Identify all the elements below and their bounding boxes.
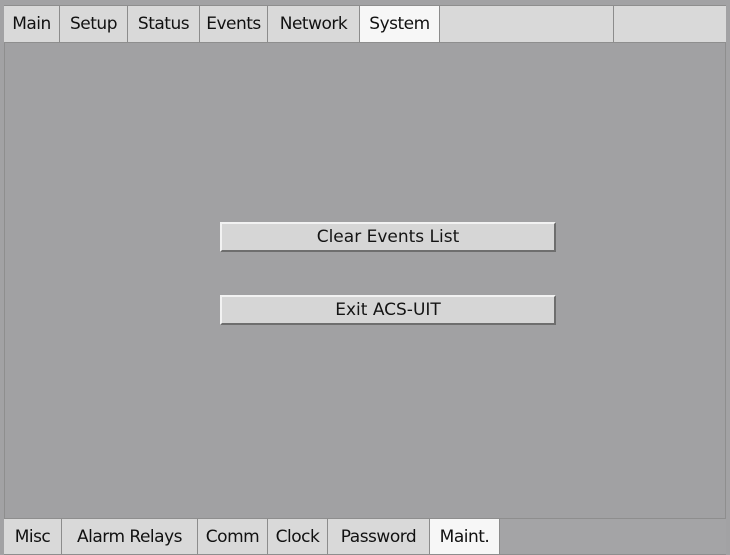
bottom-tab-bar: Misc Alarm Relays Comm Clock Password Ma… <box>4 518 726 555</box>
tab-setup[interactable]: Setup <box>60 6 128 42</box>
system-panel: Clear Events List Exit ACS-UIT <box>4 43 726 518</box>
tab-network[interactable]: Network <box>268 6 360 42</box>
tab-events[interactable]: Events <box>200 6 268 42</box>
tab-empty-bottom <box>500 519 726 554</box>
tab-password[interactable]: Password <box>328 519 430 554</box>
exit-acs-uit-button[interactable]: Exit ACS-UIT <box>220 295 556 325</box>
tab-main[interactable]: Main <box>4 6 60 42</box>
top-tab-bar: Main Setup Status Events Network System <box>4 5 726 43</box>
tab-comm[interactable]: Comm <box>198 519 268 554</box>
tab-system[interactable]: System <box>360 6 440 42</box>
tab-clock[interactable]: Clock <box>268 519 328 554</box>
tab-status[interactable]: Status <box>128 6 200 42</box>
tab-misc[interactable]: Misc <box>4 519 62 554</box>
tab-maint[interactable]: Maint. <box>430 519 500 554</box>
tab-empty-2 <box>614 6 726 42</box>
app-window: Main Setup Status Events Network System … <box>0 0 730 555</box>
tab-alarm-relays[interactable]: Alarm Relays <box>62 519 198 554</box>
clear-events-list-button[interactable]: Clear Events List <box>220 222 556 252</box>
tab-empty-1 <box>440 6 614 42</box>
